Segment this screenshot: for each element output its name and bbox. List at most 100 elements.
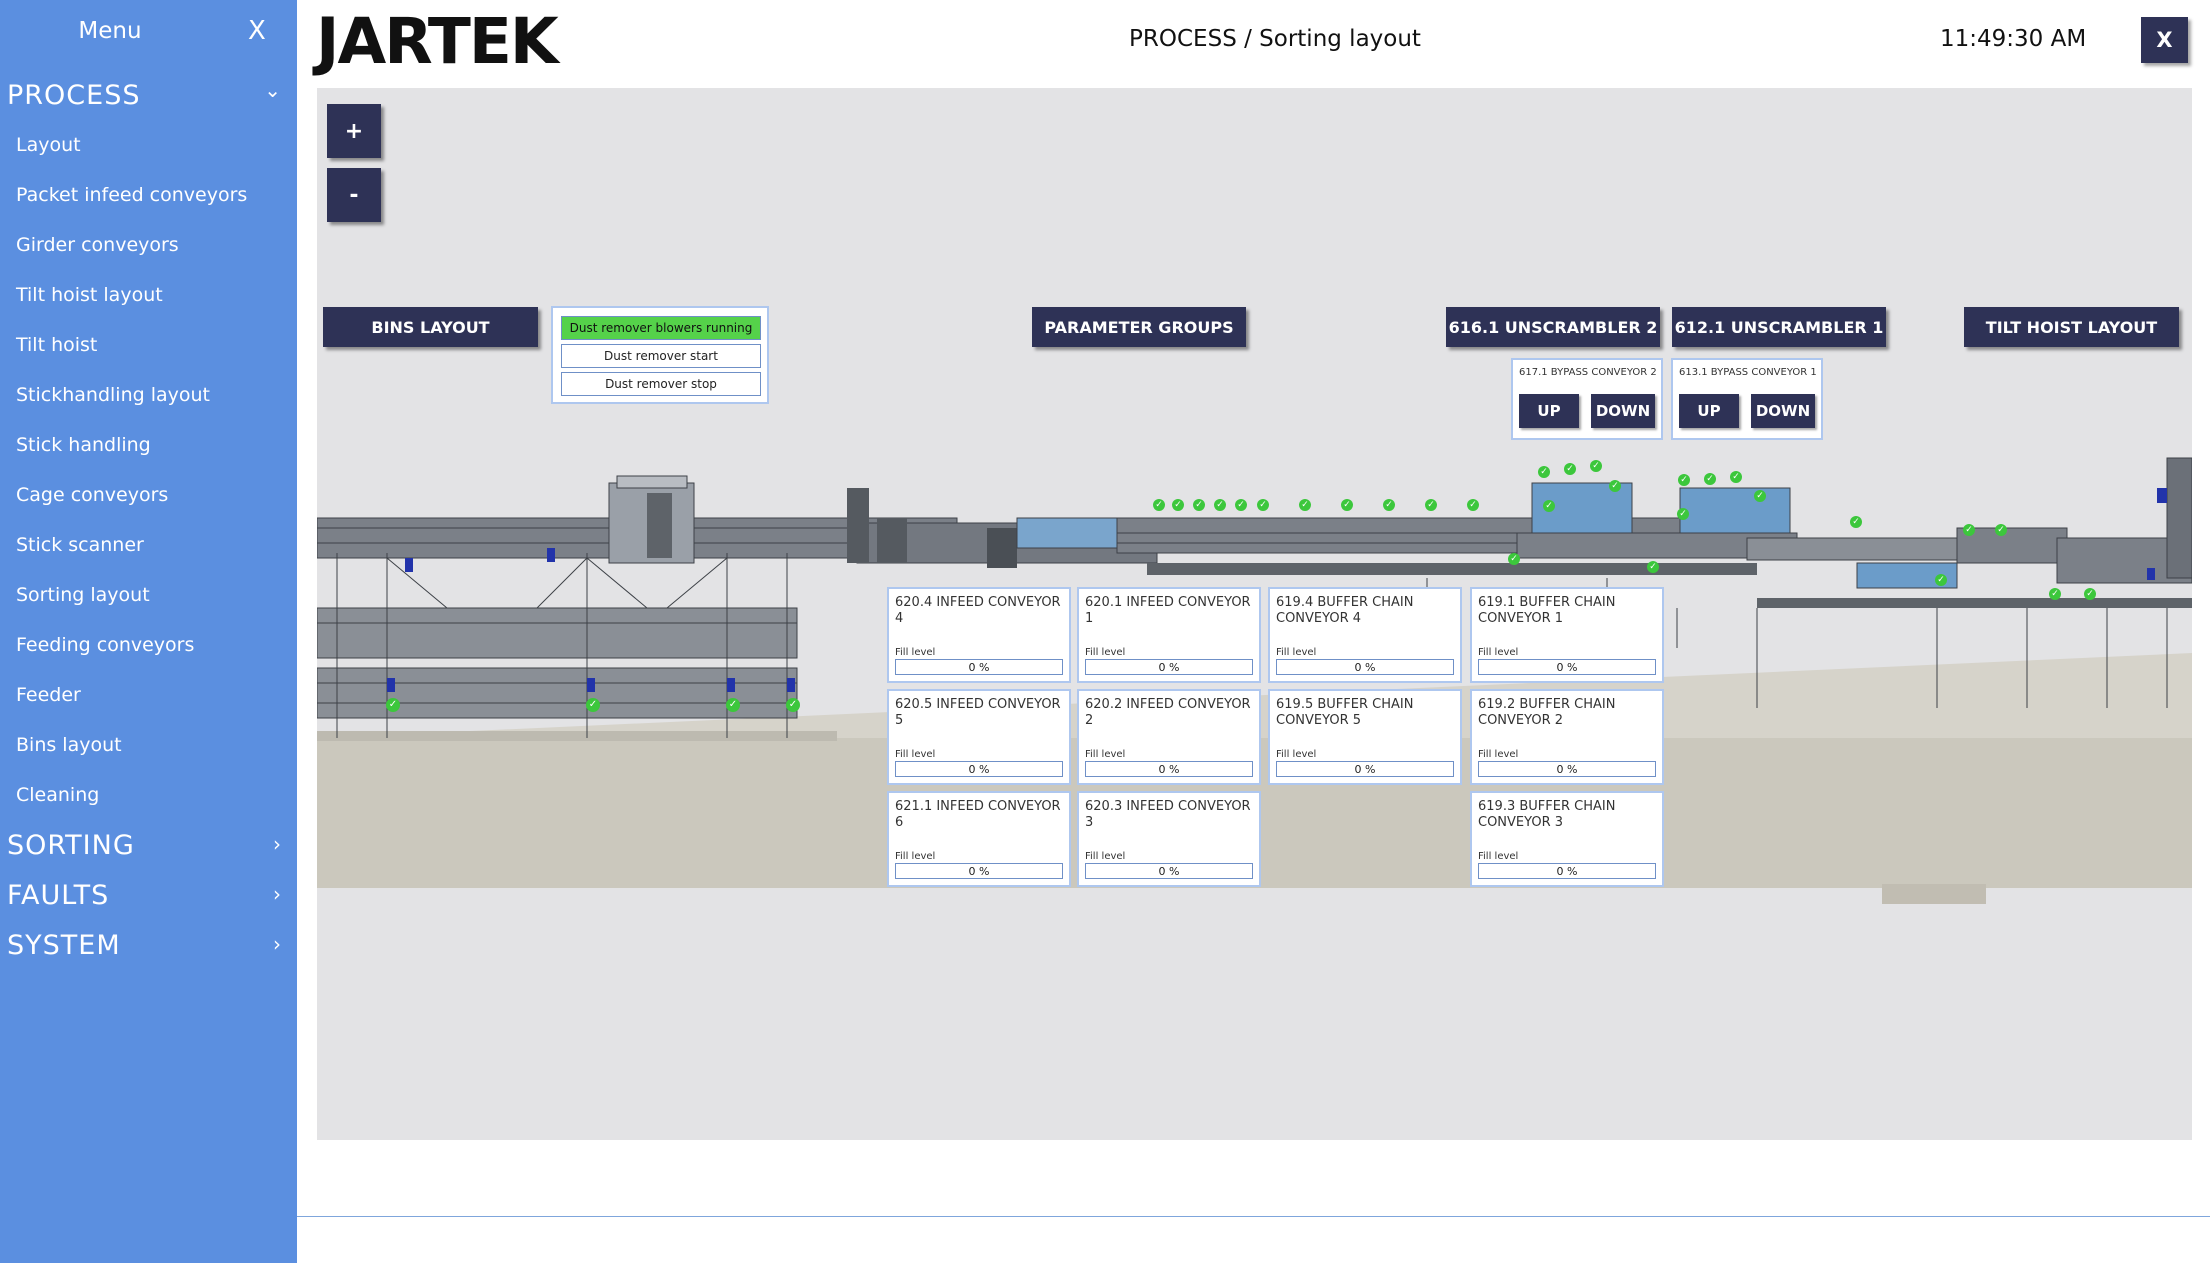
dust-remover-running-status: Dust remover blowers running xyxy=(561,316,761,340)
tilt-hoist-layout-button[interactable]: TILT HOIST LAYOUT xyxy=(1964,307,2179,347)
zoom-in-button[interactable]: + xyxy=(327,104,381,158)
conveyor-title: 621.1 INFEED CONVEYOR 6 xyxy=(895,799,1061,830)
sidebar-item-feeder[interactable]: Feeder xyxy=(16,684,81,706)
sidebar-item-bins-layout[interactable]: Bins layout xyxy=(16,734,122,756)
chevron-right-icon: › xyxy=(273,882,282,906)
sidebar-item-girder-conveyors[interactable]: Girder conveyors xyxy=(16,234,179,256)
footer-divider xyxy=(297,1216,2210,1217)
zoom-out-button[interactable]: - xyxy=(327,168,381,222)
bypass-2-up-button[interactable]: UP xyxy=(1519,394,1579,428)
conveyor-card[interactable]: 620.5 INFEED CONVEYOR 5 Fill level 0 % xyxy=(887,689,1071,785)
fill-level-label: Fill level xyxy=(1085,647,1126,658)
chevron-right-icon: › xyxy=(273,932,282,956)
sidebar-item-stick-handling[interactable]: Stick handling xyxy=(16,434,151,456)
fill-level-bar: 0 % xyxy=(1478,659,1656,675)
conveyor-card[interactable]: 619.3 BUFFER CHAIN CONVEYOR 3 Fill level… xyxy=(1470,791,1664,887)
dust-remover-stop-button[interactable]: Dust remover stop xyxy=(561,372,761,396)
fill-level-label: Fill level xyxy=(1478,851,1519,862)
check-icon: ✓ xyxy=(1508,553,1520,565)
sidebar-item-layout[interactable]: Layout xyxy=(16,134,81,156)
conveyor-title: 620.3 INFEED CONVEYOR 3 xyxy=(1085,799,1251,830)
check-icon: ✓ xyxy=(1543,500,1555,512)
bypass-1-up-button[interactable]: UP xyxy=(1679,394,1739,428)
conveyor-title: 620.1 INFEED CONVEYOR 1 xyxy=(1085,595,1251,626)
check-icon: ✓ xyxy=(1341,499,1353,511)
bypass-conveyor-1-title: 613.1 BYPASS CONVEYOR 1 xyxy=(1679,367,1817,378)
check-icon: ✓ xyxy=(1850,516,1862,528)
sidebar-item-tilt-hoist-layout[interactable]: Tilt hoist layout xyxy=(16,284,163,306)
check-icon: ✓ xyxy=(1754,490,1766,502)
dust-remover-start-button[interactable]: Dust remover start xyxy=(561,344,761,368)
check-icon: ✓ xyxy=(586,698,600,712)
conveyor-title: 620.4 INFEED CONVEYOR 4 xyxy=(895,595,1061,626)
sidebar-item-cleaning[interactable]: Cleaning xyxy=(16,784,99,806)
check-icon: ✓ xyxy=(726,698,740,712)
conveyor-card[interactable]: 619.2 BUFFER CHAIN CONVEYOR 2 Fill level… xyxy=(1470,689,1664,785)
check-icon: ✓ xyxy=(1647,561,1659,573)
close-button[interactable]: X xyxy=(2141,17,2188,63)
bypass-1-down-button[interactable]: DOWN xyxy=(1751,394,1815,428)
fill-level-bar: 0 % xyxy=(895,863,1063,879)
sidebar-item-cage-conveyors[interactable]: Cage conveyors xyxy=(16,484,168,506)
dust-remover-panel: Dust remover blowers running Dust remove… xyxy=(551,306,769,404)
check-icon: ✓ xyxy=(386,698,400,712)
check-icon: ✓ xyxy=(1677,508,1689,520)
check-icon: ✓ xyxy=(1935,574,1947,586)
conveyor-card[interactable]: 620.2 INFEED CONVEYOR 2 Fill level 0 % xyxy=(1077,689,1261,785)
conveyor-card[interactable]: 620.3 INFEED CONVEYOR 3 Fill level 0 % xyxy=(1077,791,1261,887)
check-icon: ✓ xyxy=(1678,474,1690,486)
sidebar: Menu X PROCESS ⌄ Layout Packet infeed co… xyxy=(0,0,297,1263)
parameter-groups-button[interactable]: PARAMETER GROUPS xyxy=(1032,307,1246,347)
menu-close-button[interactable]: X xyxy=(248,16,266,46)
fill-level-bar: 0 % xyxy=(1085,863,1253,879)
bins-layout-button[interactable]: BINS LAYOUT xyxy=(323,307,538,347)
unscrambler-2-button[interactable]: 616.1 UNSCRAMBLER 2 xyxy=(1446,307,1660,347)
conveyor-card[interactable]: 619.1 BUFFER CHAIN CONVEYOR 1 Fill level… xyxy=(1470,587,1664,683)
sidebar-item-sorting-layout[interactable]: Sorting layout xyxy=(16,584,150,606)
conveyor-title: 619.5 BUFFER CHAIN CONVEYOR 5 xyxy=(1276,697,1414,728)
fill-level-bar: 0 % xyxy=(1085,659,1253,675)
check-icon: ✓ xyxy=(1704,473,1716,485)
fill-level-bar: 0 % xyxy=(1478,863,1656,879)
check-icon: ✓ xyxy=(1467,499,1479,511)
conveyor-title: 619.3 BUFFER CHAIN CONVEYOR 3 xyxy=(1478,799,1616,830)
check-icon: ✓ xyxy=(2084,588,2096,600)
unscrambler-1-button[interactable]: 612.1 UNSCRAMBLER 1 xyxy=(1672,307,1886,347)
bypass-2-down-button[interactable]: DOWN xyxy=(1591,394,1655,428)
fill-level-label: Fill level xyxy=(1478,647,1519,658)
check-icon: ✓ xyxy=(1257,499,1269,511)
bypass-conveyor-2-panel: 617.1 BYPASS CONVEYOR 2 UP DOWN xyxy=(1511,358,1663,440)
check-icon: ✓ xyxy=(1425,499,1437,511)
check-icon: ✓ xyxy=(1564,463,1576,475)
fill-level-bar: 0 % xyxy=(895,659,1063,675)
check-icon: ✓ xyxy=(1214,499,1226,511)
check-icon: ✓ xyxy=(2049,588,2061,600)
sidebar-item-tilt-hoist[interactable]: Tilt hoist xyxy=(16,334,97,356)
check-icon: ✓ xyxy=(1730,471,1742,483)
fill-level-bar: 0 % xyxy=(895,761,1063,777)
sidebar-item-stick-scanner[interactable]: Stick scanner xyxy=(16,534,144,556)
conveyor-card[interactable]: 621.1 INFEED CONVEYOR 6 Fill level 0 % xyxy=(887,791,1071,887)
section-system[interactable]: SYSTEM › xyxy=(7,930,282,961)
chevron-down-icon: ⌄ xyxy=(264,78,282,102)
fill-level-bar: 0 % xyxy=(1276,761,1454,777)
fill-level-label: Fill level xyxy=(1478,749,1519,760)
bypass-conveyor-2-title: 617.1 BYPASS CONVEYOR 2 xyxy=(1519,367,1657,378)
conveyor-card[interactable]: 620.4 INFEED CONVEYOR 4 Fill level 0 % xyxy=(887,587,1071,683)
check-icon: ✓ xyxy=(1538,466,1550,478)
conveyor-card[interactable]: 620.1 INFEED CONVEYOR 1 Fill level 0 % xyxy=(1077,587,1261,683)
fill-level-label: Fill level xyxy=(895,851,936,862)
conveyor-card[interactable]: 619.4 BUFFER CHAIN CONVEYOR 4 Fill level… xyxy=(1268,587,1462,683)
sidebar-item-stickhandling-layout[interactable]: Stickhandling layout xyxy=(16,384,210,406)
section-sorting[interactable]: SORTING › xyxy=(7,830,282,861)
sidebar-item-packet-infeed-conveyors[interactable]: Packet infeed conveyors xyxy=(16,184,247,206)
sidebar-item-feeding-conveyors[interactable]: Feeding conveyors xyxy=(16,634,194,656)
fill-level-label: Fill level xyxy=(895,647,936,658)
section-process-label: PROCESS xyxy=(7,80,141,111)
conveyor-card[interactable]: 619.5 BUFFER CHAIN CONVEYOR 5 Fill level… xyxy=(1268,689,1462,785)
section-process[interactable]: PROCESS ⌄ xyxy=(7,78,282,111)
section-sorting-label: SORTING xyxy=(7,830,135,861)
fill-level-label: Fill level xyxy=(1276,647,1317,658)
conveyor-title: 619.1 BUFFER CHAIN CONVEYOR 1 xyxy=(1478,595,1616,626)
section-faults[interactable]: FAULTS › xyxy=(7,880,282,911)
